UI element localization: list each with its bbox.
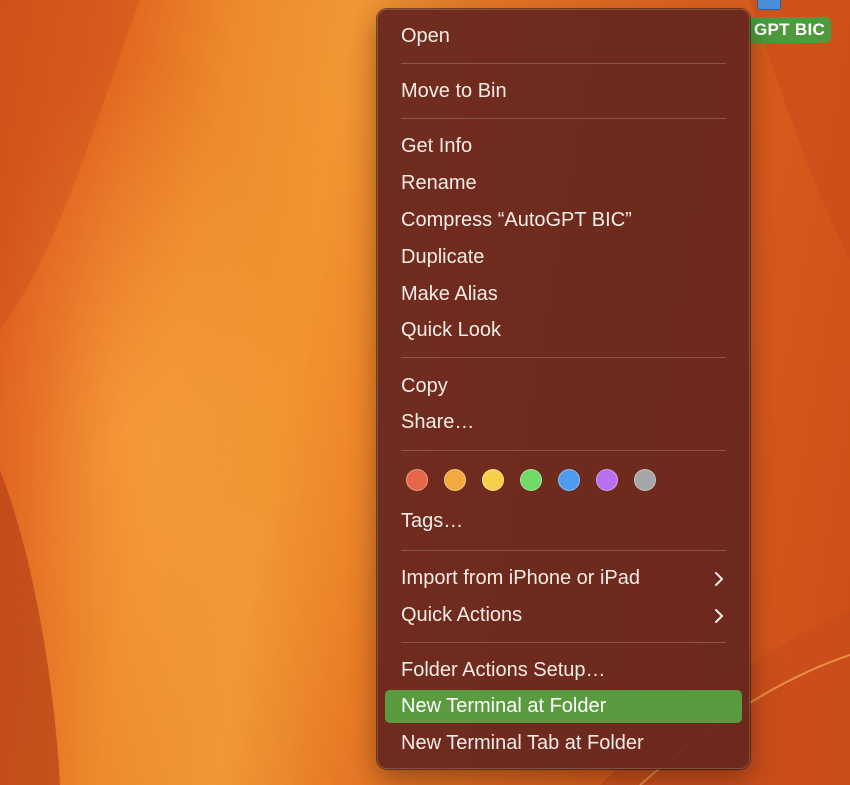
menu-item-share[interactable]: Share… <box>385 406 742 439</box>
menu-item-import-from-iphone[interactable]: Import from iPhone or iPad <box>385 562 742 595</box>
menu-separator <box>401 118 726 119</box>
menu-item-folder-actions-setup[interactable]: Folder Actions Setup… <box>385 654 742 687</box>
menu-item-new-terminal-tab-at-folder[interactable]: New Terminal Tab at Folder <box>385 727 742 760</box>
menu-item-duplicate[interactable]: Duplicate <box>385 241 742 274</box>
menu-item-label: Quick Actions <box>401 604 523 626</box>
tag-orange[interactable] <box>444 469 466 491</box>
menu-item-rename[interactable]: Rename <box>385 167 742 200</box>
menu-item-move-to-bin[interactable]: Move to Bin <box>385 75 742 108</box>
menu-item-quick-look[interactable]: Quick Look <box>385 314 742 347</box>
tag-green[interactable] <box>520 469 542 491</box>
chevron-right-icon <box>714 599 724 632</box>
menu-item-copy[interactable]: Copy <box>385 370 742 403</box>
menu-separator <box>401 63 726 64</box>
chevron-right-icon <box>714 562 724 595</box>
tag-gray[interactable] <box>634 469 656 491</box>
menu-item-tags[interactable]: Tags… <box>385 505 742 538</box>
menu-item-compress[interactable]: Compress “AutoGPT BIC” <box>385 204 742 237</box>
menu-separator <box>401 450 726 451</box>
menu-item-quick-actions[interactable]: Quick Actions <box>385 599 742 632</box>
menu-separator <box>401 642 726 643</box>
tag-blue[interactable] <box>558 469 580 491</box>
menu-item-make-alias[interactable]: Make Alias <box>385 278 742 311</box>
tag-yellow[interactable] <box>482 469 504 491</box>
menu-item-get-info[interactable]: Get Info <box>385 130 742 163</box>
menu-item-label: Import from iPhone or iPad <box>401 567 640 589</box>
menu-item-open[interactable]: Open <box>385 20 742 53</box>
context-menu: Open Move to Bin Get Info Rename Compres… <box>377 9 750 769</box>
menu-separator <box>401 550 726 551</box>
tag-purple[interactable] <box>596 469 618 491</box>
tag-red[interactable] <box>406 469 428 491</box>
folder-icon[interactable] <box>757 0 781 10</box>
menu-separator <box>401 357 726 358</box>
desktop-folder-label[interactable]: GPT BIC <box>748 17 832 43</box>
tag-color-picker <box>406 467 656 493</box>
menu-item-new-terminal-at-folder[interactable]: New Terminal at Folder <box>385 690 742 723</box>
